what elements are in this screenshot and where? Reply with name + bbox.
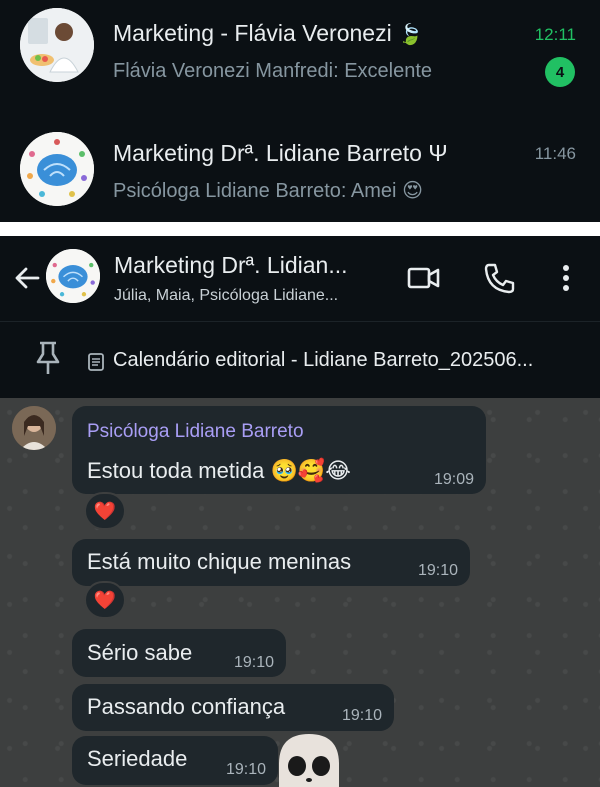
message-text: Está muito chique meninas	[87, 549, 352, 574]
message-text: Seriedade	[87, 746, 188, 771]
message-list: Psicóloga Lidiane Barreto Estou toda met…	[0, 398, 600, 787]
avatar	[20, 8, 94, 82]
chat-preview: Flávia Veronezi Manfredi: Excelente	[113, 60, 433, 82]
message-time: 19:10	[233, 654, 274, 671]
chat-title: Marketing Drª. Lidiane Barreto Ψ	[113, 140, 448, 166]
reaction[interactable]: ❤️	[84, 492, 126, 530]
chat-time: 12:11	[534, 25, 576, 44]
chat-list: Marketing - Flávia Veronezi 🍃 Flávia Ver…	[0, 0, 600, 222]
group-avatar[interactable]	[46, 249, 100, 303]
chat-preview: Psicóloga Lidiane Barreto: Amei 😍	[113, 180, 423, 202]
pin-icon	[36, 341, 60, 374]
heart-reaction-icon: ❤️	[93, 589, 117, 610]
avatar	[20, 132, 94, 206]
person-photo-icon	[12, 406, 56, 450]
chat-list-item-flavia[interactable]: Marketing - Flávia Veronezi 🍃 Flávia Ver…	[0, 0, 600, 105]
phone-call-icon[interactable]	[482, 260, 518, 296]
leaf-icon: 🍃	[398, 24, 423, 46]
group-title[interactable]: Marketing Drª. Lidian...	[114, 252, 348, 279]
brain-logo-icon	[20, 132, 94, 206]
sender-name[interactable]: Psicóloga Lidiane Barreto	[87, 421, 304, 443]
message-bubble[interactable]: Sério sabe 19:10	[72, 629, 286, 677]
message-text: Estou toda metida 🥹🥰😂	[87, 458, 351, 483]
pinned-message-text: Calendário editorial - Lidiane Barreto_2…	[113, 349, 534, 371]
chat-time: 11:46	[534, 144, 576, 163]
unread-badge: 4	[545, 57, 575, 87]
message-bubble[interactable]: Passando confiança 19:10	[72, 684, 394, 731]
sender-avatar[interactable]	[12, 406, 56, 450]
message-bubble[interactable]: Está muito chique meninas 19:10	[72, 539, 470, 586]
conversation-header: Marketing Drª. Lidian... Júlia, Maia, Ps…	[0, 236, 600, 321]
pinned-message-bar[interactable]: Calendário editorial - Lidiane Barreto_2…	[0, 321, 600, 398]
message-time: 19:10	[341, 707, 382, 724]
more-options-icon[interactable]	[550, 260, 586, 296]
message-time: 19:10	[417, 562, 458, 579]
chat-list-item-lidiane[interactable]: Marketing Drª. Lidiane Barreto Ψ Psicólo…	[0, 112, 600, 217]
message-text: Sério sabe	[87, 640, 193, 665]
emoji-icon: 🥹🥰😂	[270, 458, 351, 483]
heart-eyes-emoji-icon: 😍	[402, 180, 423, 202]
reaction[interactable]: ❤️	[84, 581, 126, 619]
message-time: 19:09	[433, 471, 474, 488]
message-bubble[interactable]: Seriedade 19:10	[72, 736, 278, 785]
brain-logo-icon	[46, 249, 100, 303]
message-bubble[interactable]: Psicóloga Lidiane Barreto Estou toda met…	[72, 406, 486, 494]
ghost-sticker-icon[interactable]	[273, 728, 345, 787]
divider	[0, 222, 600, 236]
document-icon	[88, 353, 104, 371]
heart-reaction-icon: ❤️	[93, 500, 117, 521]
group-members: Júlia, Maia, Psicóloga Lidiane...	[114, 287, 339, 304]
message-time: 19:10	[225, 761, 266, 778]
video-call-icon[interactable]	[406, 260, 442, 296]
chat-title: Marketing - Flávia Veronezi 🍃	[113, 20, 423, 46]
nutritionist-avatar-icon	[20, 8, 94, 82]
message-text: Passando confiança	[87, 694, 286, 719]
back-arrow-icon[interactable]	[12, 263, 42, 293]
